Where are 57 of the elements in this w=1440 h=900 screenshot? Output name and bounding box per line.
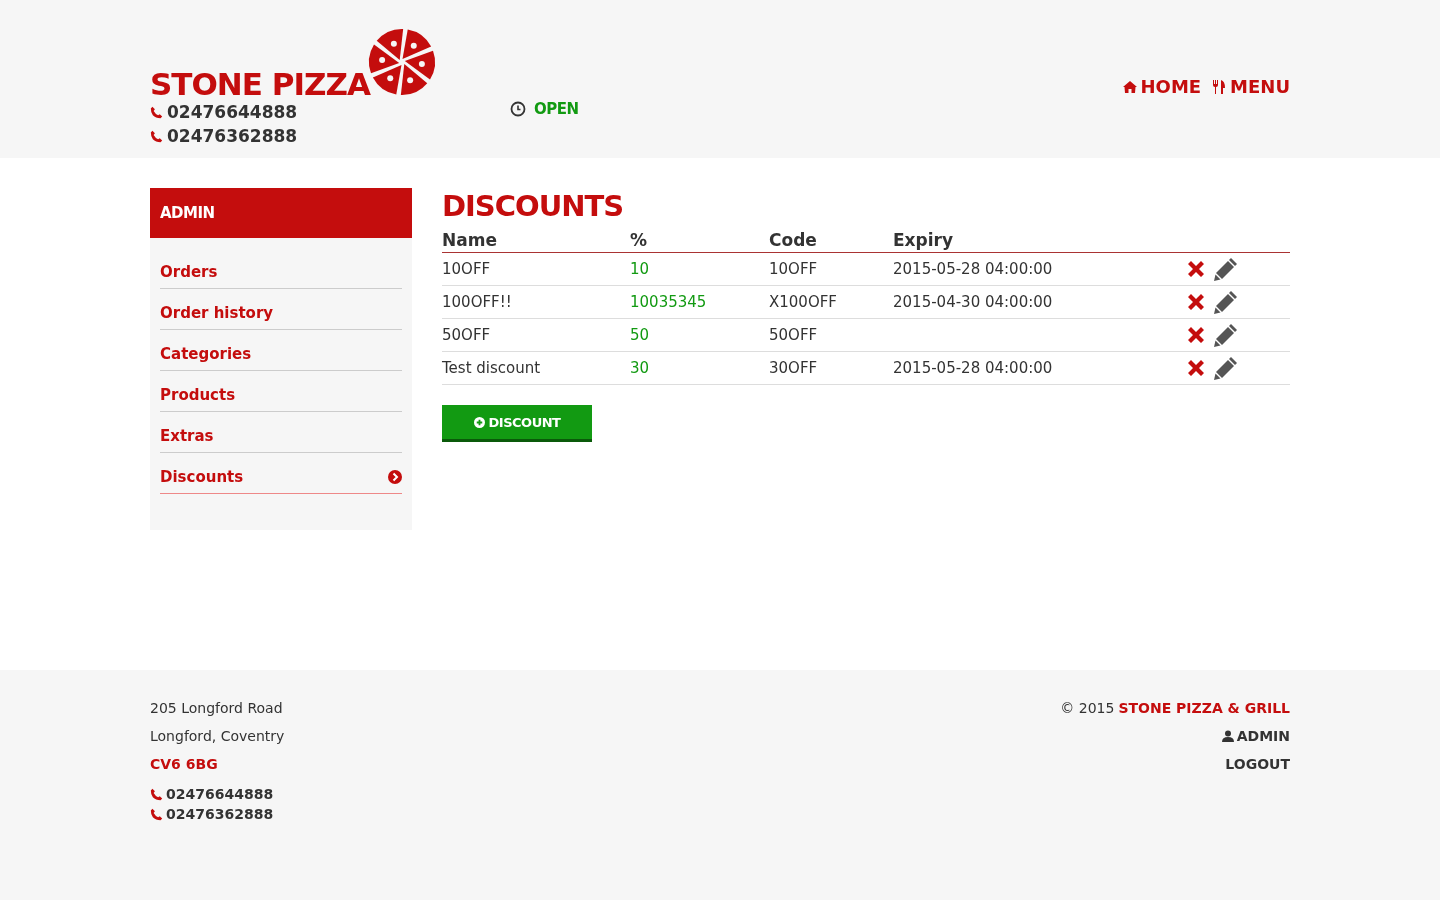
add-discount-button[interactable]: DISCOUNT	[442, 405, 592, 442]
sidebar-item[interactable]: Categories	[160, 330, 402, 371]
table-cell: Test discount	[442, 359, 541, 377]
open-status: OPEN	[534, 100, 579, 118]
sidebar-item[interactable]: Products	[160, 371, 402, 412]
table-cell: 50	[630, 326, 650, 344]
pencil-icon[interactable]	[1213, 256, 1239, 282]
sidebar-item[interactable]: Extras	[160, 412, 402, 453]
brand-link[interactable]: STONE PIZZA & GRILL	[1118, 694, 1290, 722]
table-cell: 10OFF	[442, 260, 491, 278]
phone-icon	[150, 129, 163, 143]
table-cell: X100OFF	[769, 293, 837, 311]
column-header: Name	[442, 230, 497, 250]
copyright-text: © 2015	[1060, 699, 1115, 718]
table-cell: 10	[630, 260, 650, 278]
nav-link[interactable]: MENU	[1211, 76, 1290, 97]
sidebar-item[interactable]: Discounts	[160, 453, 402, 494]
postcode: CV6 6BG	[150, 755, 219, 774]
sidebar-item[interactable]: Order history	[160, 289, 402, 330]
user-icon	[1221, 730, 1234, 742]
nav-link[interactable]: HOME	[1121, 76, 1202, 97]
table-cell: 2015-05-28 04:00:00	[893, 359, 1053, 377]
table-cell: 30	[630, 359, 650, 377]
table-cell: 10OFF	[769, 260, 818, 278]
phone-icon	[150, 105, 163, 119]
address-line: Longford, Coventry	[150, 727, 285, 746]
pencil-icon[interactable]	[1213, 322, 1239, 348]
column-header: %	[630, 230, 648, 250]
phone-number: 02476644888	[166, 785, 274, 804]
phone-number: 02476644888	[167, 101, 298, 124]
sidebar-title: ADMIN	[150, 188, 412, 238]
sidebar-item[interactable]: Orders	[160, 248, 402, 289]
table-cell: 2015-04-30 04:00:00	[893, 293, 1053, 311]
chevron-icon	[388, 470, 402, 484]
clock-icon	[510, 101, 526, 117]
pencil-icon[interactable]	[1213, 355, 1239, 381]
table-cell: 10035345	[630, 293, 707, 311]
table-cell: 50OFF	[769, 326, 818, 344]
table-cell: 2015-05-28 04:00:00	[893, 260, 1053, 278]
table-cell: 100OFF!!	[442, 293, 512, 311]
phone-icon	[150, 787, 163, 801]
phone-icon	[150, 807, 163, 821]
column-header: Expiry	[893, 230, 954, 250]
home-icon	[1121, 78, 1138, 95]
page-title: DISCOUNTS	[442, 188, 625, 224]
phone-number: 02476362888	[166, 805, 274, 824]
fork-knife-icon	[1211, 78, 1228, 95]
plus-circle-icon	[473, 416, 485, 428]
table-cell: 50OFF	[442, 326, 491, 344]
table-cell: 30OFF	[769, 359, 818, 377]
logout-link[interactable]: LOGOUT	[1225, 750, 1290, 778]
phone-number: 02476362888	[167, 125, 298, 148]
column-header: Code	[769, 230, 817, 250]
address-line: 205 Longford Road	[150, 699, 284, 718]
logo-text: STONE PIZZA	[150, 69, 370, 100]
admin-link[interactable]: ADMIN	[1221, 722, 1290, 750]
pencil-icon[interactable]	[1213, 289, 1239, 315]
